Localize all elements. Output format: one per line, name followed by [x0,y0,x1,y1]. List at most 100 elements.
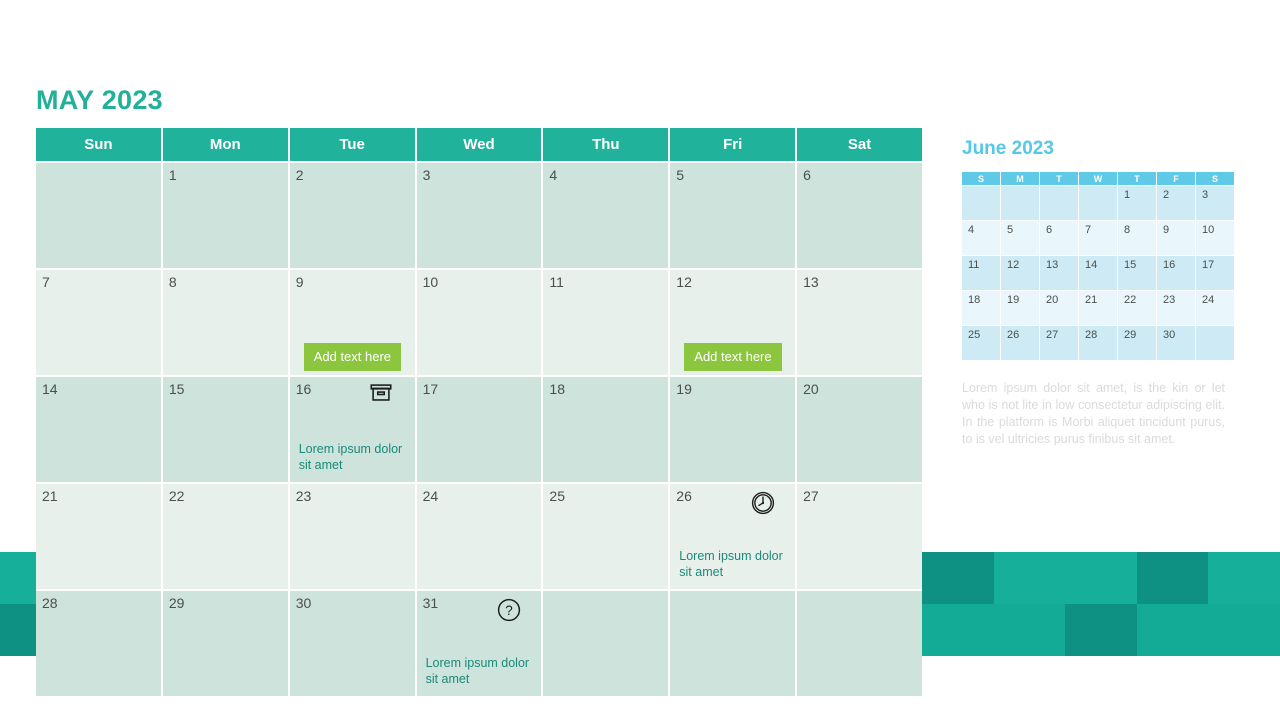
day-number: 6 [803,167,811,183]
mini-day-cell-empty[interactable] [1196,326,1234,360]
calendar-day-cell-empty[interactable] [36,163,161,268]
calendar-day-cell-15[interactable]: 15 [162,377,288,482]
calendar-day-cell-6[interactable]: 6 [797,163,922,268]
calendar-day-cell-19[interactable]: 19 [670,377,796,482]
mini-day-cell-30[interactable]: 30 [1157,326,1195,360]
calendar-day-cell-28[interactable]: 28 [36,591,161,696]
mini-day-cell-14[interactable]: 14 [1079,256,1117,290]
calendar-day-cell-empty[interactable] [670,591,796,696]
calendar-day-cell-2[interactable]: 2 [289,163,415,268]
calendar-day-cell-8[interactable]: 8 [162,270,288,375]
mini-day-cell-23[interactable]: 23 [1157,291,1195,325]
question-icon[interactable]: ? [495,596,523,624]
mini-day-cell-16[interactable]: 16 [1157,256,1195,290]
mini-day-cell-15[interactable]: 15 [1118,256,1156,290]
calendar-day-cell-12[interactable]: 12 Add text here [670,270,796,375]
mini-day-cell-5[interactable]: 5 [1001,221,1039,255]
day-number: 23 [295,488,312,504]
mini-day-cell-21[interactable]: 21 [1079,291,1117,325]
day-number: 27 [803,488,819,504]
weekday-header-tue: Tue [289,128,415,161]
mini-day-cell-20[interactable]: 20 [1040,291,1078,325]
calendar-day-cell-18[interactable]: 18 [543,377,669,482]
calendar-day-cell-empty[interactable] [543,591,669,696]
calendar-day-cell-24[interactable]: 24 [416,484,542,589]
add-text-button[interactable]: Add text here [684,343,782,371]
calendar-day-cell-5[interactable]: 5 [670,163,796,268]
weekday-header-thu: Thu [543,128,669,161]
calendar-day-cell-29[interactable]: 29 [162,591,288,696]
decorative-block [922,552,994,604]
mini-day-cell-9[interactable]: 9 [1157,221,1195,255]
mini-day-cell-17[interactable]: 17 [1196,256,1234,290]
weekday-header-sun: Sun [36,128,161,161]
add-text-button[interactable]: Add text here [303,343,402,371]
calendar-day-cell-22[interactable]: 22 [162,484,288,589]
mini-day-cell-1[interactable]: 1 [1118,186,1156,220]
calendar-week-row: 14 15 16 Lorem ipsum dolor sit amet 17 18 19 20 [36,377,922,482]
event-text: Lorem ipsum dolor sit amet [298,442,403,472]
calendar-day-cell-16[interactable]: 16 Lorem ipsum dolor sit amet [289,377,415,482]
mini-day-cell-28[interactable]: 28 [1079,326,1117,360]
decorative-blocks-right [922,552,1280,656]
calendar-day-cell-7[interactable]: 7 [36,270,161,375]
mini-day-cell-7[interactable]: 7 [1079,221,1117,255]
calendar-day-cell-13[interactable]: 13 [797,270,922,375]
mini-day-cell-27[interactable]: 27 [1040,326,1078,360]
clock-icon[interactable] [749,489,777,517]
calendar-day-cell-10[interactable]: 10 [416,270,542,375]
mini-day-cell-24[interactable]: 24 [1196,291,1234,325]
decorative-block [1136,552,1209,604]
day-number: 17 [422,381,439,397]
mini-day-cell-26[interactable]: 26 [1001,326,1039,360]
mini-day-cell-8[interactable]: 8 [1118,221,1156,255]
calendar-day-cell-21[interactable]: 21 [36,484,161,589]
day-number: 18 [549,381,565,397]
mini-weekday-header: SMTWTFS [962,172,1234,185]
mini-day-cell-29[interactable]: 29 [1118,326,1156,360]
day-number: 12 [676,274,692,290]
calendar-day-cell-25[interactable]: 25 [543,484,669,589]
calendar-day-cell-1[interactable]: 1 [162,163,288,268]
mini-day-cell-6[interactable]: 6 [1040,221,1078,255]
mini-day-cell-3[interactable]: 3 [1196,186,1234,220]
mini-day-cell-13[interactable]: 13 [1040,256,1078,290]
side-panel: June 2023 SMTWTFS 1 2 3 4 5 6 7 8 9 10 11 12 13 14 15 1… [962,138,1237,448]
day-number: 2 [295,167,304,183]
mini-day-cell-18[interactable]: 18 [962,291,1000,325]
mini-day-cell-empty[interactable] [962,186,1000,220]
mini-day-cell-empty[interactable] [1079,186,1117,220]
calendar-day-cell-27[interactable]: 27 [797,484,922,589]
mini-day-cell-11[interactable]: 11 [962,256,1000,290]
calendar-day-cell-empty[interactable] [797,591,922,696]
calendar-day-cell-20[interactable]: 20 [797,377,922,482]
mini-day-cell-10[interactable]: 10 [1196,221,1234,255]
decorative-block [1208,604,1280,656]
mini-day-cell-19[interactable]: 19 [1001,291,1039,325]
decorative-block [1065,552,1137,604]
mini-day-cell-4[interactable]: 4 [962,221,1000,255]
calendar-day-cell-14[interactable]: 14 [36,377,161,482]
mini-day-cell-12[interactable]: 12 [1001,256,1039,290]
main-weekday-header: Sun Mon Tue Wed Thu Fri Sat [36,128,922,161]
calendar-day-cell-23[interactable]: 23 [289,484,415,589]
mini-day-cell-empty[interactable] [1001,186,1039,220]
calendar-day-cell-26[interactable]: 26 Lorem ipsum dolor sit amet [670,484,796,589]
calendar-day-cell-3[interactable]: 3 [416,163,542,268]
day-number: 24 [422,488,439,504]
mini-day-cell-empty[interactable] [1040,186,1078,220]
calendar-day-cell-17[interactable]: 17 [416,377,542,482]
mini-day-cell-22[interactable]: 22 [1118,291,1156,325]
calendar-day-cell-30[interactable]: 30 [289,591,415,696]
weekday-header-sat: Sat [797,128,922,161]
box-icon[interactable] [367,379,395,407]
main-calendar: Sun Mon Tue Wed Thu Fri Sat 1 2 3 4 5 6 7 8 9 Add text … [36,128,922,698]
calendar-day-cell-11[interactable]: 11 [543,270,669,375]
mini-day-cell-25[interactable]: 25 [962,326,1000,360]
calendar-day-cell-4[interactable]: 4 [543,163,669,268]
mini-calendar-title: June 2023 [962,138,1054,159]
mini-day-cell-2[interactable]: 2 [1157,186,1195,220]
calendar-day-cell-31[interactable]: 31? Lorem ipsum dolor sit amet [416,591,542,696]
calendar-day-cell-9[interactable]: 9 Add text here [289,270,415,375]
day-number: 8 [168,274,177,290]
